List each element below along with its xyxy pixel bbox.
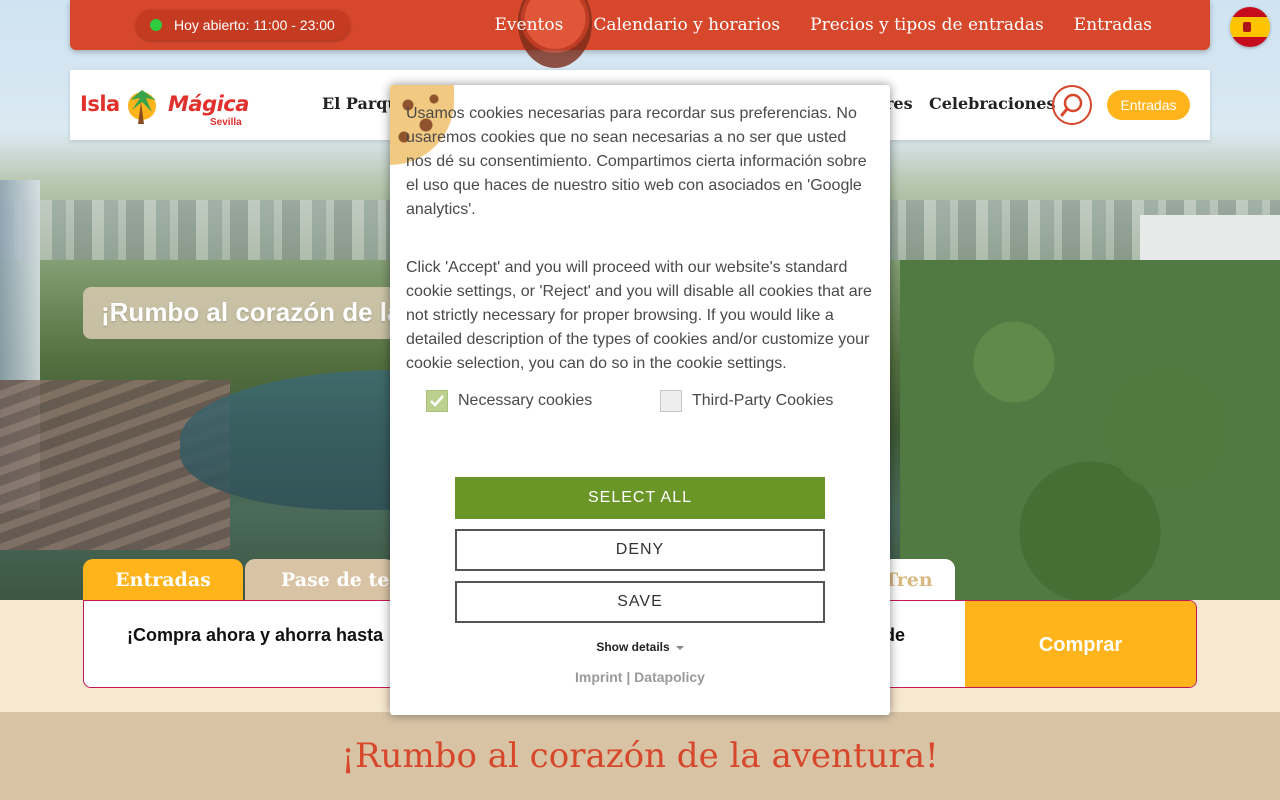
isla-magica-logo[interactable]: Isla Mágica Sevilla <box>80 80 250 130</box>
third-party-cookies-checkbox[interactable]: Third-Party Cookies <box>660 390 833 412</box>
third-party-cookies-label: Third-Party Cookies <box>692 392 834 409</box>
show-details-toggle[interactable]: Show details <box>390 640 890 654</box>
cookie-consent-dialog: Usamos cookies necesarias para recordar … <box>390 85 890 715</box>
top-nav-entradas[interactable]: Entradas <box>1074 15 1152 35</box>
tab-entradas[interactable]: Entradas <box>83 559 243 601</box>
search-button[interactable] <box>1052 85 1092 125</box>
necessary-cookies-checkbox[interactable]: Necessary cookies <box>426 390 592 412</box>
checkbox-unchecked-icon[interactable] <box>660 390 682 412</box>
tab-pase-temporada[interactable]: Pase de temporada <box>245 559 395 601</box>
checkbox-checked-icon[interactable] <box>426 390 448 412</box>
caret-down-icon <box>675 645 684 650</box>
search-icon <box>1060 93 1083 117</box>
logo-word-magica: Mágica <box>168 92 249 116</box>
legal-links: Imprint | Datapolicy <box>390 669 890 685</box>
promo-text: ¡Compra ahora y ahorra hasta <box>127 625 384 645</box>
necessary-cookies-label: Necessary cookies <box>458 392 593 409</box>
cookie-paragraph-2: Click 'Accept' and you will proceed with… <box>406 259 872 372</box>
cookie-paragraph-1: Usamos cookies necesarias para recordar … <box>406 105 867 218</box>
top-bar: Hoy abierto: 11:00 - 23:00 Eventos Calen… <box>70 0 1210 68</box>
section-title: ¡Rumbo al corazón de la aventura! <box>341 736 939 776</box>
hero-trees <box>900 260 1280 600</box>
palm-tree-logo-icon <box>128 90 156 124</box>
datapolicy-link[interactable]: Datapolicy <box>634 669 705 685</box>
top-nav: Eventos Calendario y horarios Precios y … <box>495 0 1153 50</box>
open-status-text: Hoy abierto: 11:00 - 23:00 <box>174 17 335 33</box>
open-status-dot-icon <box>150 19 162 31</box>
select-all-button[interactable]: SELECT ALL <box>455 477 825 519</box>
deny-button[interactable]: DENY <box>455 529 825 571</box>
main-nav-celebraciones[interactable]: Celebraciones <box>929 94 1055 113</box>
logo-city: Sevilla <box>210 117 242 128</box>
hero-title: ¡Rumbo al corazón de la aventura! <box>83 287 413 339</box>
top-nav-calendario[interactable]: Calendario y horarios <box>593 15 780 35</box>
links-separator: | <box>626 669 631 685</box>
top-nav-eventos[interactable]: Eventos <box>495 15 564 35</box>
imprint-link[interactable]: Imprint <box>575 669 622 685</box>
save-button[interactable]: SAVE <box>455 581 825 623</box>
entradas-button[interactable]: Entradas <box>1107 90 1190 120</box>
comprar-button[interactable]: Comprar <box>965 601 1196 687</box>
spain-flag-icon[interactable] <box>1230 7 1270 47</box>
top-nav-precios[interactable]: Precios y tipos de entradas <box>810 15 1044 35</box>
show-details-label: Show details <box>596 640 670 654</box>
open-status-pill[interactable]: Hoy abierto: 11:00 - 23:00 <box>136 10 350 40</box>
logo-word-isla: Isla <box>80 92 120 116</box>
